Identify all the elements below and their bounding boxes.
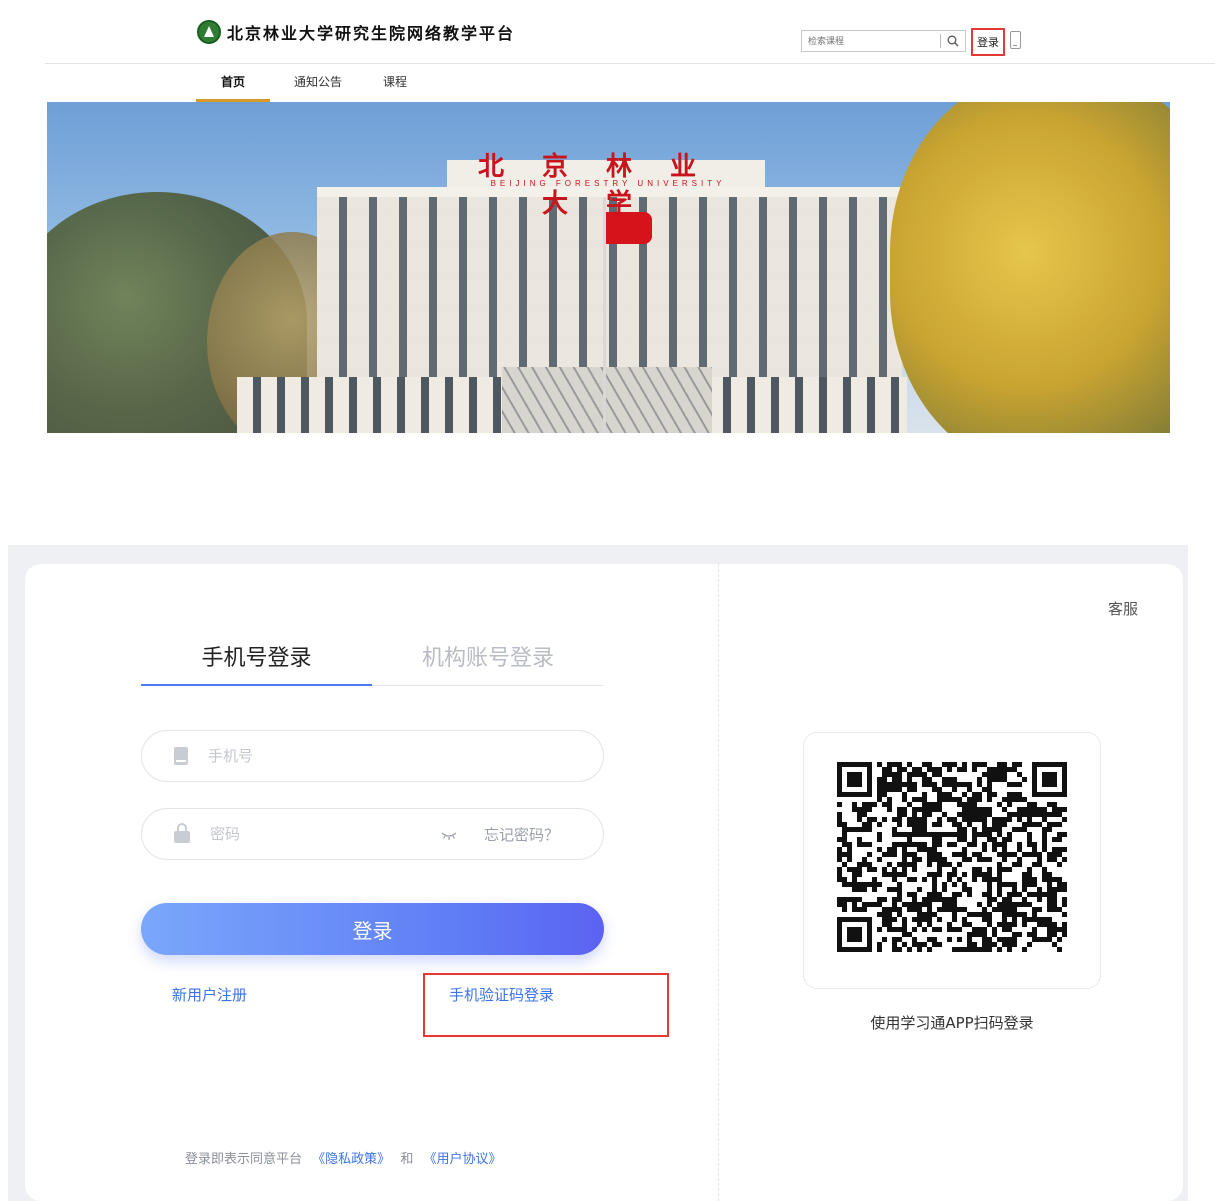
qr-code[interactable] (837, 762, 1067, 952)
login-page-background: 手机号登录 机构账号登录 忘记密码？ 登录 新用户注册 手机验证码登录 登录即表… (8, 545, 1188, 1201)
main-nav: 首页 通知公告 课程 (196, 64, 410, 102)
agreement-and: 和 (400, 1152, 414, 1167)
phone-icon (174, 747, 188, 765)
nav-item-home[interactable]: 首页 (196, 64, 270, 102)
site-logo[interactable]: 北京林业大学研究生院网络教学平台 (197, 20, 515, 44)
highlight-box (423, 973, 669, 1037)
search-icon[interactable] (941, 31, 965, 51)
agreement-prefix: 登录即表示同意平台 (185, 1152, 303, 1167)
sms-code-login-link[interactable]: 手机验证码登录 (449, 984, 554, 1005)
portal-header-area: 北京林业大学研究生院网络教学平台 登录 首页 通知公告 课程 北京林业大学 BE… (0, 0, 1215, 440)
password-input[interactable] (210, 825, 410, 843)
banner-entrance (502, 367, 712, 433)
register-link[interactable]: 新用户注册 (172, 984, 247, 1005)
banner-wing-left (237, 377, 507, 433)
agreement-text: 登录即表示同意平台 《隐私政策》 和 《用户协议》 (185, 1148, 507, 1167)
course-search (801, 30, 966, 52)
nav-item-courses[interactable]: 课程 (380, 64, 410, 102)
qr-code-card (803, 732, 1101, 989)
search-input[interactable] (802, 31, 940, 51)
forgot-password-link[interactable]: 忘记密码？ (484, 824, 559, 845)
privacy-policy-link[interactable]: 《隐私政策》 (312, 1152, 390, 1167)
user-agreement-link[interactable]: 《用户协议》 (423, 1152, 501, 1167)
login-tabs: 手机号登录 机构账号登录 (141, 642, 604, 686)
university-emblem-icon (197, 20, 221, 44)
qr-login-tip: 使用学习通APP扫码登录 (870, 1014, 1034, 1032)
banner-wing-right (707, 377, 907, 433)
phone-input[interactable] (208, 747, 408, 765)
tab-institution-login[interactable]: 机构账号登录 (372, 642, 604, 686)
banner-tree-right (890, 102, 1170, 433)
lock-icon (174, 823, 190, 843)
nav-item-notices[interactable]: 通知公告 (293, 64, 343, 102)
phone-device-icon[interactable] (1010, 31, 1021, 49)
login-submit-button[interactable]: 登录 (141, 903, 604, 955)
phone-field[interactable] (141, 730, 604, 782)
banner-sign-english: BEIJING FORESTRY UNIVERSITY (490, 179, 726, 188)
customer-service-link[interactable]: 客服 (1108, 598, 1138, 619)
site-title: 北京林业大学研究生院网络教学平台 (227, 24, 516, 43)
password-field[interactable]: 忘记密码？ (141, 808, 604, 860)
campus-banner: 北京林业大学 BEIJING FORESTRY UNIVERSITY (47, 102, 1170, 433)
panel-divider (718, 564, 719, 1201)
login-card: 手机号登录 机构账号登录 忘记密码？ 登录 新用户注册 手机验证码登录 登录即表… (25, 564, 1183, 1201)
tab-phone-login[interactable]: 手机号登录 (141, 642, 372, 686)
eye-closed-icon[interactable] (440, 827, 458, 841)
header-login-link[interactable]: 登录 (971, 28, 1005, 56)
